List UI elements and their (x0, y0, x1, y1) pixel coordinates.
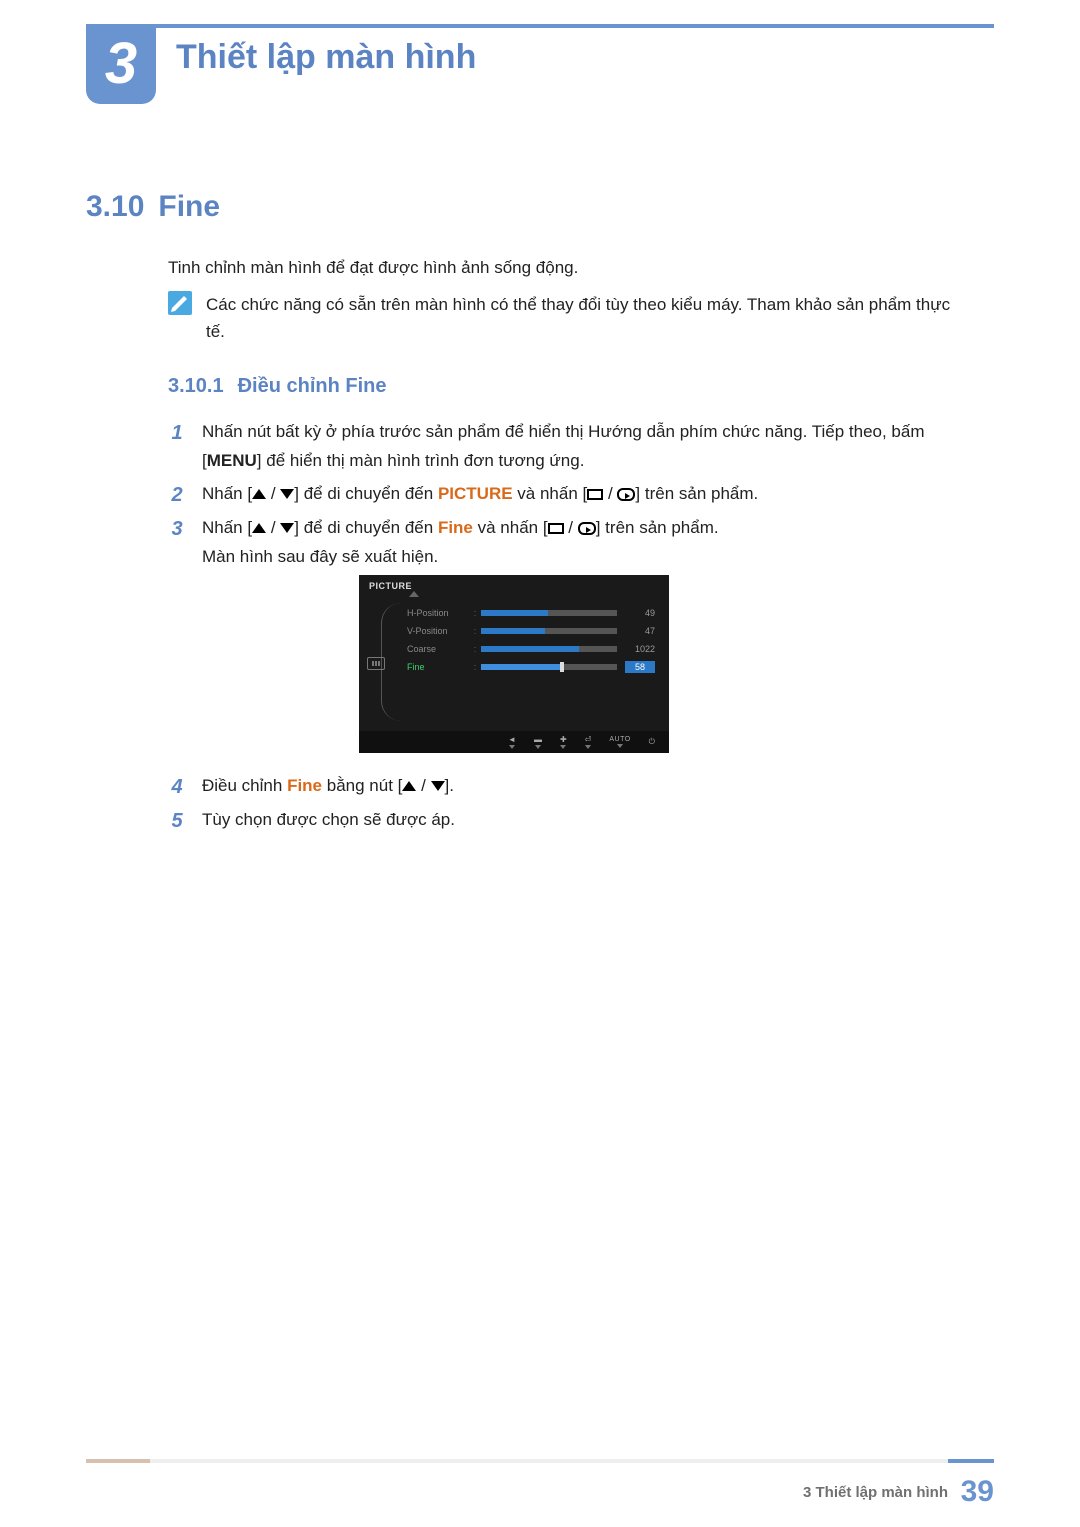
osd-row-hposition: H-Position : 49 (407, 605, 655, 621)
step-5: 5 Tùy chọn được chọn sẽ được áp. (168, 806, 968, 836)
step-4: 4 Điều chỉnh Fine bằng nút [ / ]. (168, 772, 968, 802)
osd-auto-label: AUTO (609, 736, 630, 748)
picture-keyword: PICTURE (438, 484, 513, 503)
down-arrow-icon (280, 489, 294, 499)
note-text: Các chức năng có sẵn trên màn hình có th… (206, 291, 968, 345)
step-number: 1 (168, 418, 186, 476)
display-icon (548, 523, 564, 534)
up-arrow-icon (402, 781, 416, 791)
step-2: 2 Nhấn [ / ] để di chuyển đến PICTURE và… (168, 480, 968, 510)
osd-slider (481, 628, 617, 634)
note-icon (168, 291, 192, 315)
section-title: Fine (158, 190, 220, 223)
chapter-title: Thiết lập màn hình (176, 38, 476, 77)
page: 3 Thiết lập màn hình 3.10 Fine Tinh chỉnh… (0, 0, 1080, 1527)
fine-keyword: Fine (287, 776, 322, 795)
footer-rule (86, 1459, 994, 1463)
footer-rule-accent (86, 1459, 150, 1463)
osd-footer: ◄ ▬ ✚ ⏎ AUTO ⏻ (359, 731, 669, 753)
fine-keyword: Fine (438, 518, 473, 537)
footer-text: 3 Thiết lập màn hình (803, 1484, 948, 1501)
osd-value: 47 (625, 626, 655, 636)
step-text: Nhấn nút bất kỳ ở phía trước sản phẩm để… (202, 418, 968, 476)
osd-title: PICTURE (369, 581, 412, 591)
osd-enter-icon: ⏎ (585, 735, 592, 749)
osd-label: H-Position (407, 608, 469, 618)
up-arrow-icon (252, 523, 266, 533)
step-3: 3 Nhấn [ / ] để di chuyển đến Fine và nh… (168, 514, 968, 572)
menu-keyword: MENU (207, 451, 257, 470)
step-text: Tùy chọn được chọn sẽ được áp. (202, 806, 968, 836)
step-text: Điều chỉnh Fine bằng nút [ / ]. (202, 772, 968, 802)
display-icon (587, 489, 603, 500)
osd-slider (481, 646, 617, 652)
section-number: 3.10 (86, 190, 144, 223)
step-1: 1 Nhấn nút bất kỳ ở phía trước sản phẩm … (168, 418, 968, 476)
steps-list: 1 Nhấn nút bất kỳ ở phía trước sản phẩm … (168, 418, 968, 576)
step-text: Nhấn [ / ] để di chuyển đến Fine và nhấn… (202, 514, 968, 572)
osd-back-icon: ◄ (508, 735, 516, 749)
osd-value: 49 (625, 608, 655, 618)
osd-label: Coarse (407, 644, 469, 654)
step-number: 2 (168, 480, 186, 510)
subsection-heading: 3.10.1 Điều chỉnh Fine (168, 375, 387, 398)
osd-minus-icon: ▬ (534, 735, 542, 749)
osd-slider-active (481, 664, 617, 670)
step-number: 3 (168, 514, 186, 572)
osd-screenshot: PICTURE H-Position : 49 V-Position : 47 … (359, 575, 669, 753)
note-block: Các chức năng có sẵn trên màn hình có th… (168, 291, 968, 345)
steps-list-continued: 4 Điều chỉnh Fine bằng nút [ / ]. 5 Tùy … (168, 772, 968, 840)
osd-label-active: Fine (407, 662, 469, 672)
osd-row-vposition: V-Position : 47 (407, 623, 655, 639)
section-intro: Tinh chỉnh màn hình để đạt được hình ảnh… (168, 258, 968, 278)
step-number: 4 (168, 772, 186, 802)
step-number: 5 (168, 806, 186, 836)
section-heading: 3.10 Fine (86, 190, 220, 224)
down-arrow-icon (280, 523, 294, 533)
header-rule (86, 24, 994, 28)
osd-row-fine: Fine : 58 (407, 659, 655, 675)
page-number: 39 (961, 1475, 994, 1509)
osd-plus-icon: ✚ (560, 735, 567, 749)
subsection-title: Điều chỉnh Fine (238, 375, 387, 397)
osd-value: 1022 (625, 644, 655, 654)
enter-icon (617, 488, 635, 501)
step-text: Nhấn [ / ] để di chuyển đến PICTURE và n… (202, 480, 968, 510)
chapter-badge: 3 (86, 24, 156, 104)
osd-value-active: 58 (625, 661, 655, 673)
down-arrow-icon (431, 781, 445, 791)
osd-power-icon: ⏻ (649, 737, 655, 747)
osd-row-coarse: Coarse : 1022 (407, 641, 655, 657)
osd-category-icon (367, 657, 385, 670)
osd-label: V-Position (407, 626, 469, 636)
osd-scroll-up-icon (409, 591, 419, 597)
enter-icon (578, 522, 596, 535)
osd-slider (481, 610, 617, 616)
subsection-number: 3.10.1 (168, 375, 224, 397)
up-arrow-icon (252, 489, 266, 499)
chapter-number: 3 (105, 35, 137, 93)
